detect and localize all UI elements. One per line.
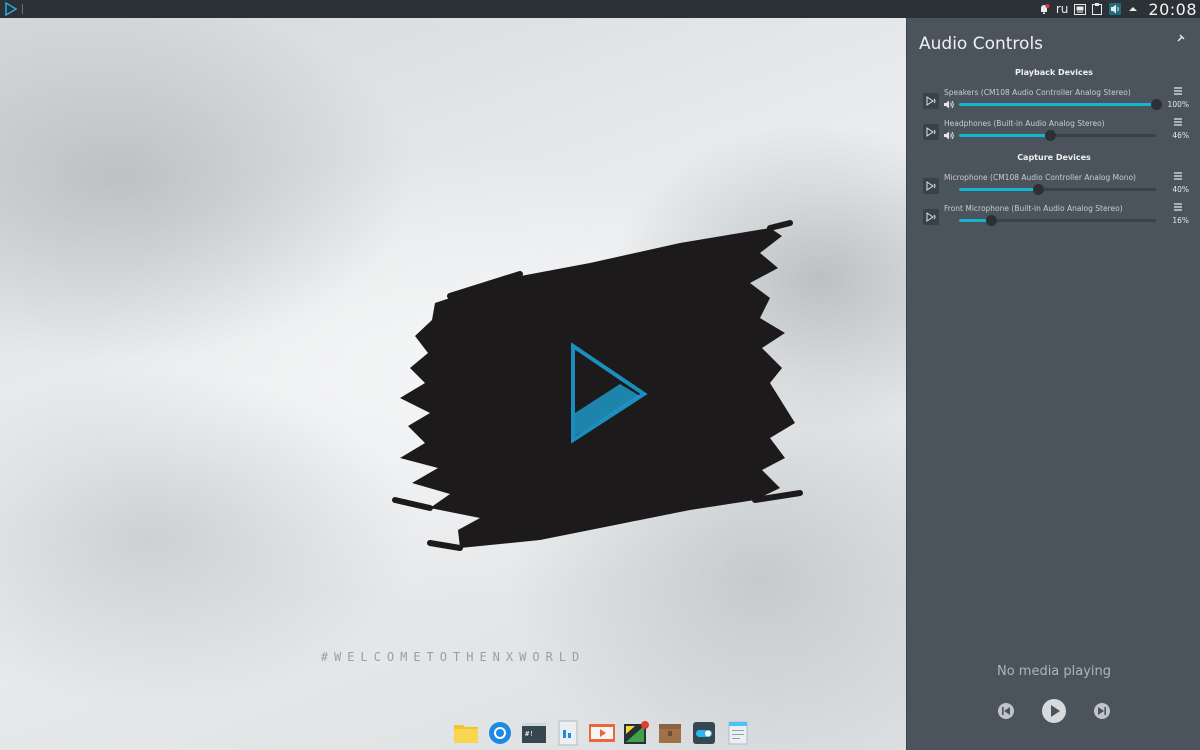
document-icon[interactable] <box>554 719 582 747</box>
folder-icon[interactable] <box>452 719 480 747</box>
device-name: Microphone (CM108 Audio Controller Analo… <box>944 173 1136 182</box>
device-icon <box>923 124 939 140</box>
bell-muted-icon[interactable] <box>1038 0 1050 18</box>
input-level-slider[interactable] <box>959 184 1156 195</box>
device-name: Headphones (Built-in Audio Analog Stereo… <box>944 119 1105 128</box>
volume-icon[interactable] <box>944 131 955 140</box>
nx-logo-icon[interactable] <box>4 2 18 16</box>
notes-icon[interactable] <box>724 719 752 747</box>
speaker-icon[interactable] <box>1108 0 1122 18</box>
capture-devices-heading: Capture Devices <box>1017 153 1091 162</box>
input-level-slider[interactable] <box>959 215 1156 226</box>
menu-icon[interactable] <box>1173 117 1183 127</box>
clipboard-icon[interactable] <box>1092 0 1103 18</box>
menu-icon[interactable] <box>1173 171 1183 181</box>
volume-fill <box>959 134 1050 137</box>
keyboard-icon[interactable] <box>1074 0 1087 18</box>
device-name: Speakers (CM108 Audio Controller Analog … <box>944 88 1131 97</box>
desktop-background: #WELCOMETOTHENXWORLD <box>0 18 906 750</box>
capture-device-front-microphone: Front Microphone (Built-in Audio Analog … <box>921 202 1189 234</box>
play-icon <box>1042 699 1066 723</box>
skip-next-icon <box>1094 703 1110 719</box>
device-icon <box>923 93 939 109</box>
volume-slider[interactable] <box>959 99 1162 110</box>
input-level-percent: 16% <box>1172 216 1189 225</box>
top-panel: ru 20:08 <box>0 0 1200 19</box>
panel-title: Audio Controls <box>919 34 1044 54</box>
volume-percent: 100% <box>1167 100 1189 109</box>
media-player-icon[interactable] <box>588 719 616 747</box>
input-level-fill <box>959 188 1038 191</box>
device-icon <box>923 209 939 225</box>
capture-device-microphone: Microphone (CM108 Audio Controller Analo… <box>921 171 1189 203</box>
caret-up-icon[interactable] <box>1128 0 1138 18</box>
clock[interactable]: 20:08 <box>1148 0 1197 19</box>
next-track-button[interactable] <box>1093 702 1111 720</box>
volume-slider[interactable] <box>959 130 1156 141</box>
svg-text:#!: #! <box>525 730 533 738</box>
system-tray: ru 20:08 <box>1032 0 1200 19</box>
store-icon[interactable] <box>622 719 650 747</box>
archive-icon[interactable] <box>656 719 684 747</box>
play-button[interactable] <box>1041 698 1067 724</box>
pin-icon[interactable] <box>1177 34 1185 42</box>
menu-icon[interactable] <box>1173 202 1183 212</box>
volume-percent: 46% <box>1172 131 1189 140</box>
input-level-handle[interactable] <box>1032 184 1044 195</box>
playback-device-speakers: Speakers (CM108 Audio Controller Analog … <box>921 86 1189 118</box>
volume-fill <box>959 103 1156 106</box>
media-status: No media playing <box>996 664 1112 679</box>
panel-separator <box>22 4 23 14</box>
media-controls <box>907 698 1200 724</box>
volume-handle[interactable] <box>1044 130 1056 141</box>
input-level-handle[interactable] <box>985 215 997 226</box>
skip-previous-icon <box>998 703 1014 719</box>
volume-icon[interactable] <box>944 100 955 109</box>
volume-handle[interactable] <box>1151 99 1162 110</box>
keyboard-language-indicator[interactable]: ru <box>1056 0 1069 18</box>
audio-controls-panel: Audio Controls Playback Devices Speakers… <box>906 18 1200 750</box>
terminal-icon[interactable]: #! <box>520 719 548 747</box>
playback-device-headphones: Headphones (Built-in Audio Analog Stereo… <box>921 117 1189 149</box>
device-icon <box>923 178 939 194</box>
previous-track-button[interactable] <box>997 702 1015 720</box>
playback-devices-heading: Playback Devices <box>1015 68 1093 77</box>
toggle-settings-icon[interactable] <box>690 719 718 747</box>
browser-icon[interactable] <box>486 719 514 747</box>
welcome-tagline: #WELCOMETOTHENXWORLD <box>320 650 586 664</box>
dock: #! <box>452 718 752 748</box>
input-level-percent: 40% <box>1172 185 1189 194</box>
menu-icon[interactable] <box>1173 86 1183 96</box>
nx-brush-logo <box>392 220 803 551</box>
device-name: Front Microphone (Built-in Audio Analog … <box>944 204 1123 213</box>
